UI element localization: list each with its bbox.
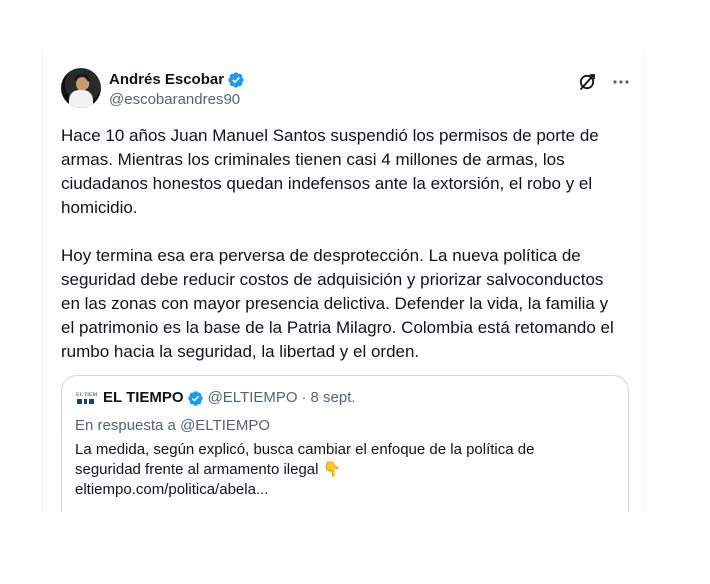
quoted-verified-badge-icon xyxy=(187,390,204,407)
quoted-author-handle[interactable]: @ELTIEMPO xyxy=(208,388,298,408)
svg-text:EL TIEMPO: EL TIEMPO xyxy=(76,392,97,398)
more-icon[interactable] xyxy=(611,72,631,92)
verified-badge-icon xyxy=(227,71,245,89)
avatar[interactable] xyxy=(61,68,101,108)
avatar-shirt xyxy=(69,90,93,108)
avatar-face xyxy=(76,77,88,91)
tweet-header: Andrés Escobar @escobarandres90 xyxy=(61,68,631,112)
quoted-reply-to: En respuesta a @ELTIEMPO xyxy=(75,417,271,434)
quoted-text-line-1: La medida, según explicó, busca cambiar … xyxy=(75,441,535,458)
quoted-header: EL TIEMPO EL TIEMPO @ELTIEMPO · 8 sept. xyxy=(75,388,356,408)
quoted-body: La medida, según explicó, busca cambiar … xyxy=(75,440,595,500)
quoted-date[interactable]: 8 sept. xyxy=(311,388,356,408)
author-handle[interactable]: @escobarandres90 xyxy=(109,90,240,110)
el-tiempo-logo: EL TIEMPO xyxy=(75,389,104,407)
tweet-actions xyxy=(577,72,631,92)
grok-icon[interactable] xyxy=(577,72,597,92)
quoted-text-line-2: seguridad frente al armamento ilegal 👇 xyxy=(75,461,342,478)
author-name[interactable]: Andrés Escobar xyxy=(109,70,224,90)
tweet-card: Andrés Escobar @escobarandres90 Hace 10 … xyxy=(42,50,644,512)
tweet-text: Hace 10 años Juan Manuel Santos suspendi… xyxy=(61,126,614,361)
quoted-link[interactable]: eltiempo.com/politica/abela... xyxy=(75,480,595,500)
author-name-row: Andrés Escobar xyxy=(109,70,245,90)
quoted-separator: · xyxy=(301,389,307,406)
quoted-tweet[interactable]: EL TIEMPO EL TIEMPO @ELTIEMPO · 8 sept. … xyxy=(61,375,629,512)
quoted-author-name[interactable]: EL TIEMPO xyxy=(103,388,184,408)
